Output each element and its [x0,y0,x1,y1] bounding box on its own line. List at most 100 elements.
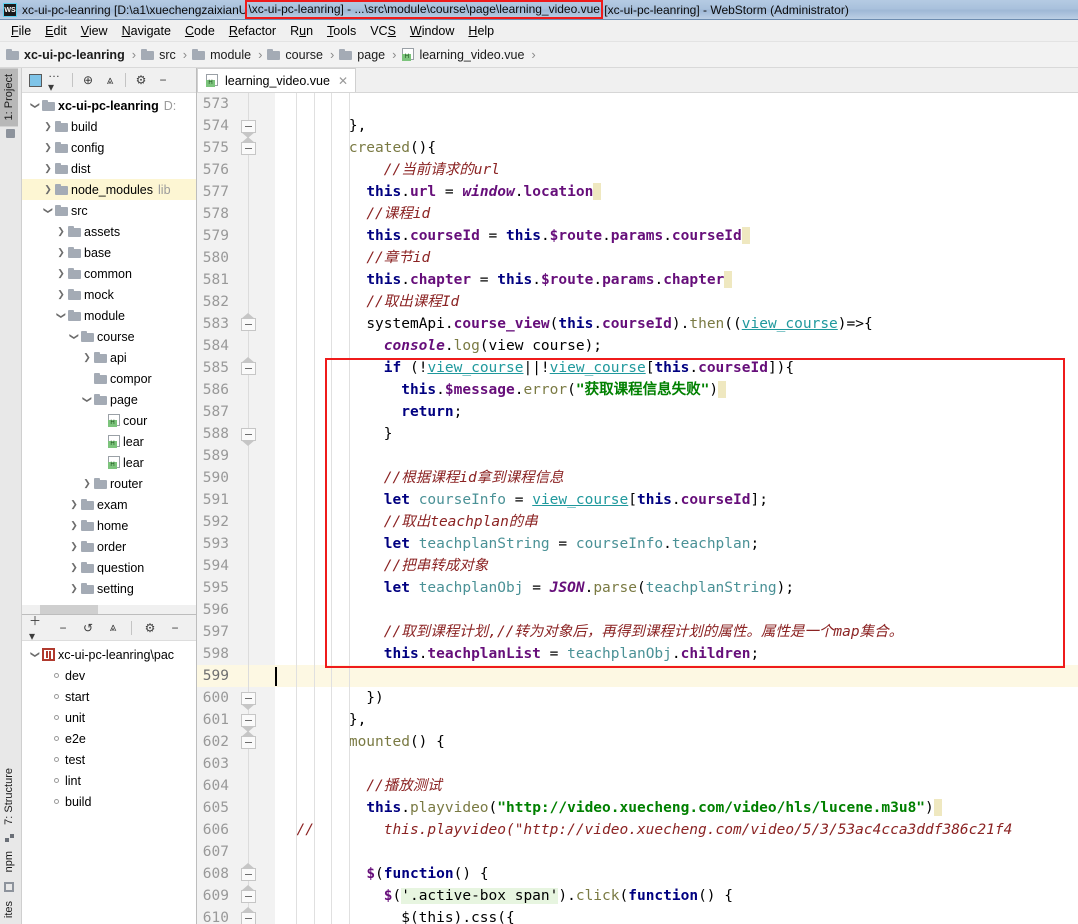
code-fold-marker[interactable] [241,907,256,924]
tree-node-home[interactable]: ❯ home [22,515,196,536]
tree-node-config[interactable]: ❯ config [22,137,196,158]
tree-node-node_modules[interactable]: ❯ node_modules lib [22,179,196,200]
tree-node-lear[interactable]: lear [22,431,196,452]
ellipsis-dropdown-button[interactable]: …▾ [48,68,66,94]
code-line[interactable]: } [279,423,1078,445]
chevron-right-icon[interactable]: ❯ [54,284,68,305]
code-line[interactable]: $('.active-box span').click(function() { [279,885,1078,907]
expand-collapse-button[interactable]: ⩓ [104,619,122,637]
code-line[interactable]: }, [279,709,1078,731]
code-line[interactable]: let teachplanObj = JSON.parse(teachplanS… [279,577,1078,599]
npm-root-node[interactable]: ❯ xc-ui-pc-leanring\pac [22,644,196,665]
tree-node-assets[interactable]: ❯ assets [22,221,196,242]
code-line[interactable]: //课程id [279,203,1078,225]
close-icon[interactable]: ✕ [338,74,348,88]
chevron-right-icon[interactable]: ❯ [67,578,81,599]
tree-node-router[interactable]: ❯ router [22,473,196,494]
hide-panel-button[interactable]: − [154,71,172,89]
code-fold-marker[interactable] [241,137,256,155]
code-fold-marker[interactable] [241,714,256,732]
code-line[interactable]: //播放测试 [279,775,1078,797]
code-line[interactable] [279,841,1078,863]
chevron-right-icon[interactable]: ❯ [80,473,94,494]
code-line[interactable]: console.log(view course); [279,335,1078,357]
npm-script-test[interactable]: test [22,749,196,770]
chevron-right-icon[interactable]: ❯ [41,116,55,137]
npm-scripts-tree[interactable]: ❯ xc-ui-pc-leanring\pac dev start unit e2e tes… [22,641,196,924]
chevron-right-icon[interactable]: ❯ [67,536,81,557]
menu-item-navigate[interactable]: Navigate [115,22,178,40]
chevron-right-icon[interactable]: ❯ [67,557,81,578]
code-line[interactable]: this.url = window.location [279,181,1078,203]
tree-node-base[interactable]: ❯ base [22,242,196,263]
code-fold-marker[interactable] [241,428,256,446]
hide-panel-button[interactable]: − [166,619,184,637]
code-line[interactable]: this.playvideo("http://video.xuecheng.co… [279,797,1078,819]
chevron-right-icon[interactable]: ❯ [67,515,81,536]
npm-script-unit[interactable]: unit [22,707,196,728]
sidebar-tab-project[interactable]: 1: Project [0,68,18,127]
tree-node-dist[interactable]: ❯ dist [22,158,196,179]
code-fold-marker[interactable] [241,731,256,749]
code-line[interactable]: created(){ [279,137,1078,159]
code-line[interactable]: $(this).css({ [279,907,1078,924]
tree-node-api[interactable]: ❯ api [22,347,196,368]
code-fold-marker[interactable] [241,357,256,375]
code-line[interactable]: systemApi.course_view(this.courseId).the… [279,313,1078,335]
project-tree[interactable]: ❯ xc-ui-pc-leanring D: ❯ build ❯ config ❯ dist ❯ n… [22,93,196,605]
code-line[interactable] [279,93,1078,115]
code-content[interactable]: }, created(){ //当前请求的url this.url = wind… [275,93,1078,924]
tree-node-cour[interactable]: cour [22,410,196,431]
npm-script-lint[interactable]: lint [22,770,196,791]
tree-node-build[interactable]: ❯ build [22,116,196,137]
npm-script-dev[interactable]: dev [22,665,196,686]
add-script-button[interactable]: ＋▾ [29,614,47,643]
npm-script-start[interactable]: start [22,686,196,707]
chevron-right-icon[interactable]: ❯ [67,494,81,515]
code-fold-marker[interactable] [241,885,256,903]
breadcrumb-item-module[interactable]: module [192,48,253,62]
code-fold-marker[interactable] [241,313,256,331]
menu-item-file[interactable]: File [4,22,38,40]
code-line[interactable]: let courseInfo = view_course[this.course… [279,489,1078,511]
menu-item-view[interactable]: View [74,22,115,40]
code-line[interactable]: }, [279,115,1078,137]
code-line[interactable]: this.chapter = this.$route.params.chapte… [279,269,1078,291]
sidebar-tab-structure[interactable]: 7: Structure [0,762,18,831]
menu-item-help[interactable]: Help [461,22,501,40]
code-fold-marker[interactable] [241,863,256,881]
code-line[interactable]: //取到课程计划,//转为对象后，再得到课程计划的属性。属性是一个map集合。 [279,621,1078,643]
chevron-right-icon[interactable]: ❯ [41,179,55,200]
tree-node-exam[interactable]: ❯ exam [22,494,196,515]
menu-item-tools[interactable]: Tools [320,22,363,40]
code-line[interactable]: this.teachplanList = teachplanObj.childr… [279,643,1078,665]
chevron-right-icon[interactable]: ❯ [54,263,68,284]
menu-item-window[interactable]: Window [403,22,461,40]
code-line[interactable]: let teachplanString = courseInfo.teachpl… [279,533,1078,555]
tree-node-mock[interactable]: ❯ mock [22,284,196,305]
collapse-all-button[interactable]: ⩓ [101,71,119,89]
rerun-button[interactable]: ↺ [79,619,97,637]
chevron-right-icon[interactable]: ❯ [54,221,68,242]
tree-node-setting[interactable]: ❯ setting [22,578,196,599]
scrollbar-thumb[interactable] [40,605,98,614]
code-editor[interactable]: 573 574 575 576 577 578 579 580 581 582 583 584 585 5… [197,93,1078,924]
menu-item-edit[interactable]: Edit [38,22,74,40]
breadcrumb-item-page[interactable]: page [339,48,387,62]
code-line[interactable] [279,665,1078,687]
tree-node-question[interactable]: ❯ question [22,557,196,578]
tree-node-page[interactable]: ❯ page [22,389,196,410]
tree-node-course[interactable]: ❯ course [22,326,196,347]
breadcrumb-item-src[interactable]: src [141,48,178,62]
menu-item-run[interactable]: Run [283,22,320,40]
sidebar-tab-npm[interactable]: npm [0,845,18,878]
code-line[interactable]: //取出课程Id [279,291,1078,313]
code-line[interactable]: if (!view_course||!view_course[this.cour… [279,357,1078,379]
chevron-right-icon[interactable]: ❯ [41,137,55,158]
code-line[interactable]: //根据课程id拿到课程信息 [279,467,1078,489]
code-line[interactable]: $(function() { [279,863,1078,885]
tree-node-xc-ui-pc-leanring[interactable]: ❯ xc-ui-pc-leanring D: [22,95,196,116]
project-tree-hscrollbar[interactable] [22,605,196,614]
menu-item-code[interactable]: Code [178,22,222,40]
chevron-right-icon[interactable]: ❯ [80,347,94,368]
